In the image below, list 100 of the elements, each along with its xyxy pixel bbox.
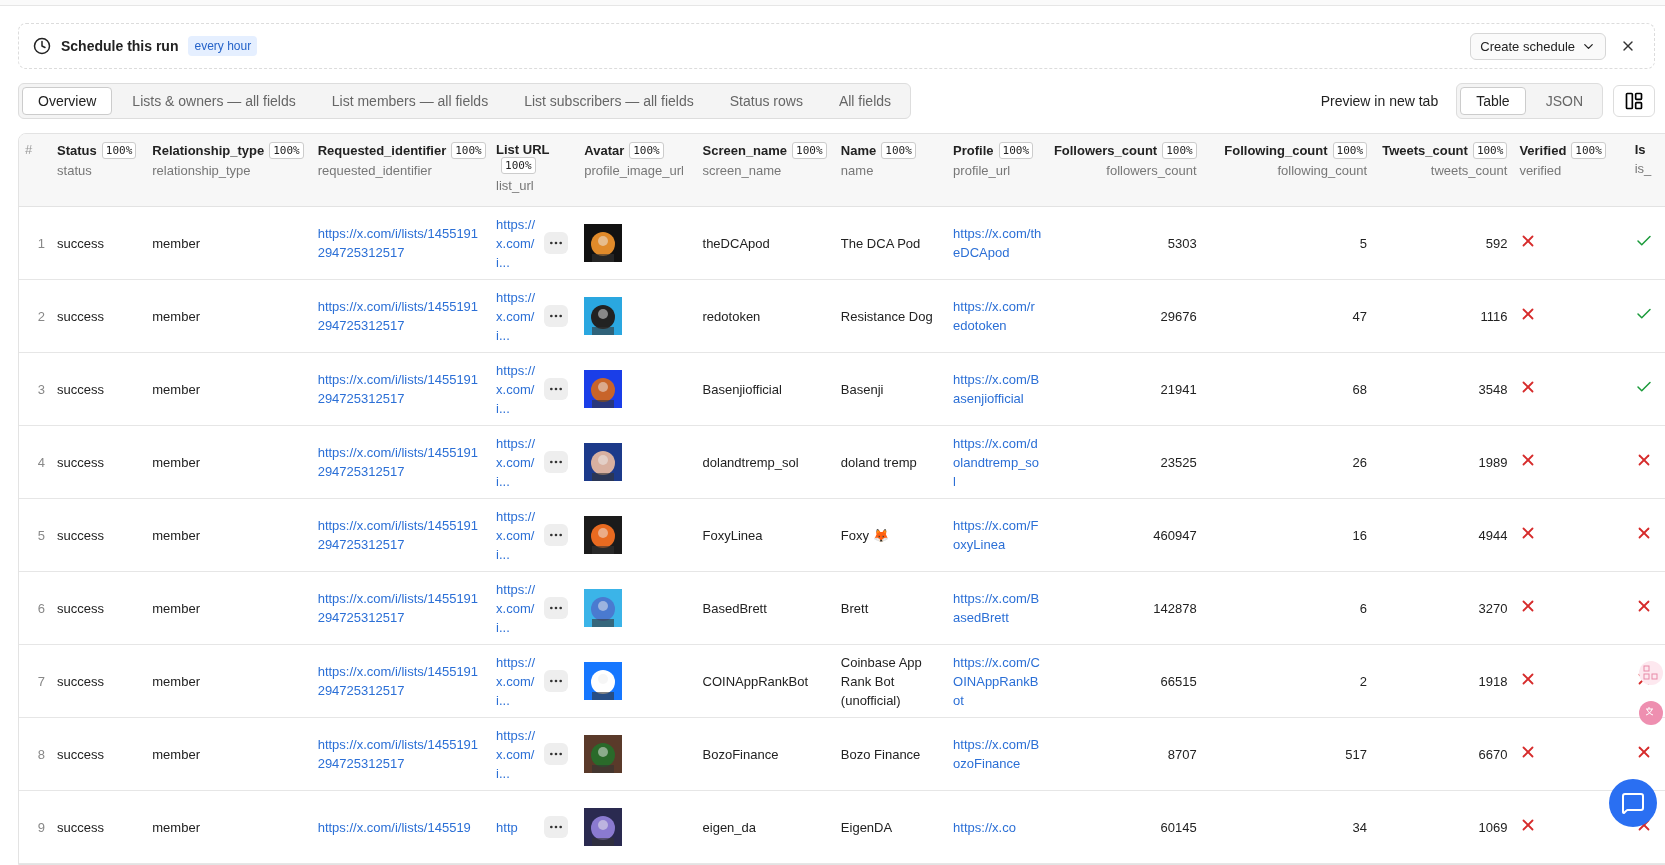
cell-link[interactable]: https://x.com/i/lists/1455191294725312517 <box>317 516 485 554</box>
cell-text: FoxyLinea <box>702 527 763 543</box>
row-number: 4 <box>37 454 46 470</box>
tab[interactable]: Overview <box>22 87 113 115</box>
cell-text: eigen_da <box>702 819 757 835</box>
column-title: Status <box>57 143 97 158</box>
chat-icon <box>1621 791 1645 815</box>
row-number: 3 <box>37 381 46 397</box>
cell-link[interactable]: https://x.com/i/lists/1455191294725312517 <box>317 443 485 481</box>
tab[interactable]: All fields <box>822 87 908 115</box>
cell-text: doland tremp <box>840 454 917 470</box>
more-button[interactable] <box>544 305 569 327</box>
cell-text: EigenDA <box>840 819 893 835</box>
tab[interactable]: List subscribers — all fields <box>508 87 710 115</box>
cell-link[interactable]: http <box>496 817 541 837</box>
cell-number: 29676 <box>1160 308 1197 324</box>
tab[interactable]: Status rows <box>713 87 819 115</box>
cell-number: 16 <box>1352 527 1368 543</box>
more-button[interactable] <box>544 524 569 546</box>
cell-number: 2 <box>1359 673 1368 689</box>
cell-link[interactable]: https://x.com/BasedBrett <box>953 589 1042 627</box>
field-name: is_ <box>1634 161 1653 176</box>
cell-link[interactable]: https://x.com/theDCApod <box>953 224 1042 262</box>
cell-text: success <box>57 527 105 543</box>
cell-text: success <box>57 308 105 324</box>
cell-text: redotoken <box>702 308 761 324</box>
fill-rate-badge: 100% <box>1162 142 1197 159</box>
cell-link[interactable]: https://x.com/BozoFinance <box>953 735 1042 773</box>
cell-text: Resistance Dog <box>840 308 933 324</box>
preview-link[interactable]: Preview in new tab <box>1320 93 1439 109</box>
tab[interactable]: Lists & owners — all fields <box>116 87 312 115</box>
column-title: Name <box>840 143 877 158</box>
cell-link[interactable]: https://x.com/i/lists/1455191294725312517 <box>317 370 485 408</box>
more-button[interactable] <box>544 378 569 400</box>
field-name: profile_url <box>953 163 1012 178</box>
cell-link[interactable]: https://x.com/i... <box>496 214 541 272</box>
column-title: List URL <box>496 142 550 157</box>
cell-text: member <box>152 600 200 616</box>
cell-link[interactable]: https://x.com/redotoken <box>953 297 1042 335</box>
cell-link[interactable]: https://x.com/COINAppRankBot <box>953 652 1042 710</box>
cell-number: 1918 <box>1478 673 1508 689</box>
view-tab[interactable]: JSON <box>1529 87 1599 115</box>
cell-text: success <box>57 235 105 251</box>
cell-number: 3270 <box>1478 600 1508 616</box>
field-name: requested_identifier <box>317 163 433 178</box>
cell-number: 68 <box>1352 381 1368 397</box>
cell-text: Basenjiofficial <box>702 381 782 397</box>
chat-button[interactable] <box>1609 779 1657 827</box>
fill-rate-badge: 100% <box>792 142 827 159</box>
field-name: relationship_type <box>152 163 252 178</box>
column-title: Verified <box>1519 143 1567 158</box>
fill-rate-badge: 100% <box>269 142 304 159</box>
tab[interactable]: List members — all fields <box>315 87 505 115</box>
create-schedule-button[interactable]: Create schedule <box>1470 32 1606 60</box>
cell-link[interactable]: https://x.com/i/lists/1455191294725312517 <box>317 297 485 335</box>
cell-text: Bozo Finance <box>840 746 921 762</box>
fill-rate-badge: 100% <box>629 142 664 159</box>
field-name: status <box>57 163 93 178</box>
cell-link[interactable]: https://x.com/i... <box>496 652 541 710</box>
cell-text: theDCApod <box>702 235 770 251</box>
cell-link[interactable]: https://x.com/i/lists/1455191294725312517 <box>317 589 485 627</box>
layout-button[interactable] <box>1613 85 1655 117</box>
field-name: name <box>840 163 875 178</box>
fill-rate-badge: 100% <box>1332 142 1368 159</box>
more-button[interactable] <box>544 743 569 765</box>
cell-link[interactable]: https://x.com/i... <box>496 360 541 418</box>
cell-link[interactable]: https://x.com/Basenjiofficial <box>953 370 1042 408</box>
view-tab[interactable]: Table <box>1460 87 1526 115</box>
cell-link[interactable]: https://x.co <box>953 817 1042 837</box>
cell-link[interactable]: https://x.com/i... <box>496 579 541 637</box>
cell-link[interactable]: https://x.com/i/lists/1455191294725312517 <box>317 224 485 262</box>
cell-link[interactable]: https://x.com/FoxyLinea <box>953 516 1042 554</box>
cell-text: member <box>152 527 200 543</box>
cell-link[interactable]: https://x.com/i/lists/145519 <box>317 817 485 837</box>
cell-text: dolandtremp_sol <box>702 454 799 470</box>
column-title: Relationship_type <box>152 143 265 158</box>
cell-number: 26 <box>1352 454 1368 470</box>
more-button[interactable] <box>544 232 569 254</box>
column-title: Tweets_count <box>1382 143 1468 158</box>
cell-link[interactable]: https://x.com/dolandtremp_sol <box>953 433 1042 491</box>
cell-link[interactable]: https://x.com/i... <box>496 506 541 564</box>
cell-text: success <box>57 381 105 397</box>
cell-link[interactable]: https://x.com/i... <box>496 433 541 491</box>
column-title: Followers_count <box>1053 143 1158 158</box>
more-button[interactable] <box>544 670 569 692</box>
row-number: 6 <box>37 600 46 616</box>
cell-number: 21941 <box>1160 381 1197 397</box>
cell-text: success <box>57 454 105 470</box>
column-title: Following_count <box>1224 143 1328 158</box>
more-button[interactable] <box>544 451 569 473</box>
cell-link[interactable]: https://x.com/i... <box>496 725 541 783</box>
cell-link[interactable]: https://x.com/i/lists/1455191294725312517 <box>317 662 485 700</box>
cell-text: COINAppRankBot <box>702 673 809 689</box>
cell-number: 460947 <box>1153 527 1197 543</box>
cell-link[interactable]: https://x.com/i/lists/1455191294725312517 <box>317 735 485 773</box>
fill-rate-badge: 100% <box>1472 142 1508 159</box>
more-button[interactable] <box>544 597 569 619</box>
more-button[interactable] <box>544 816 569 838</box>
cell-number: 5303 <box>1167 235 1197 251</box>
cell-link[interactable]: https://x.com/i... <box>496 287 541 345</box>
